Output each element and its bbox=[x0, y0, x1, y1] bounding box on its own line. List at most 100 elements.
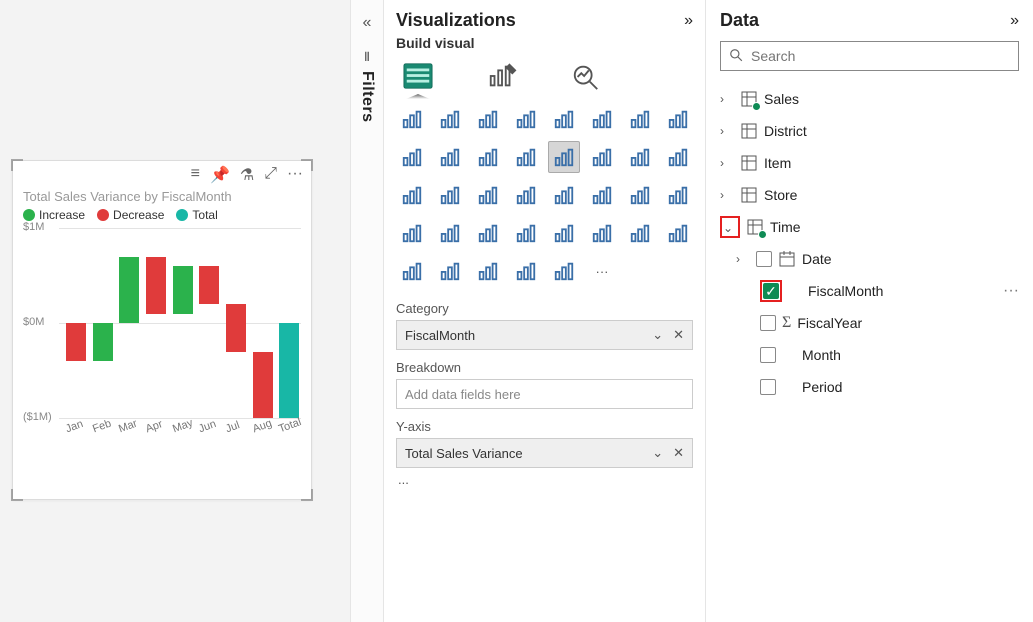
analytics-tab[interactable] bbox=[564, 59, 608, 93]
viz-type-py-visual[interactable] bbox=[586, 217, 618, 249]
collapse-visualizations-icon[interactable]: » bbox=[684, 12, 693, 30]
format-visual-tab[interactable] bbox=[480, 59, 524, 93]
table-icon bbox=[740, 154, 758, 172]
chevron-down-icon[interactable]: ⌄ bbox=[652, 327, 663, 343]
checkbox-fiscalmonth[interactable]: ✓ bbox=[763, 283, 779, 299]
viz-type-power-apps[interactable] bbox=[510, 255, 542, 287]
viz-type-multi-card[interactable] bbox=[662, 179, 694, 211]
bar-aug[interactable] bbox=[253, 352, 273, 419]
viz-type-paginated[interactable] bbox=[472, 255, 504, 287]
field-month[interactable]: Month bbox=[720, 339, 1019, 371]
viz-type-treemap[interactable] bbox=[434, 179, 466, 211]
field-fiscalmonth[interactable]: ✓ FiscalMonth ··· bbox=[720, 275, 1019, 307]
bar-jul[interactable] bbox=[226, 304, 246, 352]
viz-type-donut[interactable] bbox=[396, 179, 428, 211]
viz-type-line[interactable] bbox=[624, 103, 656, 135]
checkbox-date[interactable] bbox=[756, 251, 772, 267]
viz-type-stacked-bar[interactable] bbox=[396, 103, 428, 135]
viz-type-key-influencers[interactable] bbox=[624, 217, 656, 249]
viz-type-funnel[interactable] bbox=[586, 141, 618, 173]
search-input[interactable] bbox=[749, 47, 1010, 65]
filter-icon[interactable]: ⚗ bbox=[240, 165, 254, 185]
viz-type-stacked-column[interactable] bbox=[548, 103, 580, 135]
pin-icon[interactable]: 📌 bbox=[210, 165, 230, 185]
resize-handle[interactable] bbox=[11, 489, 23, 501]
remove-field-icon[interactable]: ✕ bbox=[673, 445, 684, 461]
viz-type-r-visual[interactable] bbox=[548, 217, 580, 249]
chevron-down-icon[interactable]: ⌄ bbox=[723, 221, 737, 235]
chevron-right-icon[interactable]: › bbox=[720, 124, 734, 138]
filters-pane-collapsed[interactable]: « ⫴ Filters bbox=[350, 0, 384, 622]
table-item[interactable]: › Item bbox=[720, 147, 1019, 179]
category-field-well[interactable]: FiscalMonth ⌄ ✕ bbox=[396, 320, 693, 350]
field-fiscalyear[interactable]: Σ FiscalYear bbox=[720, 307, 1019, 339]
y-tick-label: ($1M) bbox=[23, 411, 52, 423]
collapse-data-icon[interactable]: » bbox=[1010, 12, 1019, 30]
hierarchy-date[interactable]: › Date bbox=[720, 243, 1019, 275]
checkbox-period[interactable] bbox=[760, 379, 776, 395]
report-canvas[interactable]: ≡ 📌 ⚗ ⤢ ··· Total Sales Variance by Fisc… bbox=[0, 0, 350, 622]
viz-type-decomposition[interactable] bbox=[662, 217, 694, 249]
viz-type-azure-map[interactable] bbox=[548, 179, 580, 211]
chevron-right-icon[interactable]: › bbox=[720, 92, 734, 106]
checkbox-fiscalyear[interactable] bbox=[760, 315, 776, 331]
viz-type-map[interactable] bbox=[472, 179, 504, 211]
bar-feb[interactable] bbox=[93, 323, 113, 361]
expand-filters-icon[interactable]: « bbox=[363, 14, 372, 32]
viz-type-ribbon[interactable] bbox=[510, 141, 542, 173]
field-more-icon[interactable]: ··· bbox=[1003, 282, 1019, 300]
viz-type-gauge[interactable] bbox=[586, 179, 618, 211]
viz-type-qa[interactable] bbox=[396, 255, 428, 287]
breakdown-field-well[interactable]: Add data fields here bbox=[396, 379, 693, 409]
yaxis-field-well[interactable]: Total Sales Variance ⌄ ✕ bbox=[396, 438, 693, 468]
table-store[interactable]: › Store bbox=[720, 179, 1019, 211]
table-district[interactable]: › District bbox=[720, 115, 1019, 147]
chevron-down-icon[interactable]: ⌄ bbox=[652, 445, 663, 461]
viz-type-kpi[interactable] bbox=[396, 217, 428, 249]
more-icon[interactable]: ··· bbox=[287, 165, 303, 185]
viz-type-matrix[interactable] bbox=[510, 217, 542, 249]
build-visual-tab[interactable] bbox=[396, 59, 440, 93]
table-sales[interactable]: › Sales bbox=[720, 83, 1019, 115]
viz-type-table[interactable] bbox=[472, 217, 504, 249]
bar-apr[interactable] bbox=[146, 257, 166, 314]
bar-jan[interactable] bbox=[66, 323, 86, 361]
field-period[interactable]: Period bbox=[720, 371, 1019, 403]
checkbox-month[interactable] bbox=[760, 347, 776, 363]
viz-type-line-stacked[interactable] bbox=[472, 141, 504, 173]
viz-type-pie[interactable] bbox=[662, 141, 694, 173]
viz-type-stacked-bar-100[interactable] bbox=[472, 103, 504, 135]
viz-type-power-automate[interactable] bbox=[548, 255, 580, 287]
viz-type-waterfall[interactable] bbox=[548, 141, 580, 173]
data-search-box[interactable] bbox=[720, 41, 1019, 71]
viz-type-stacked-column-100[interactable] bbox=[586, 103, 618, 135]
viz-type-line-clustered[interactable] bbox=[434, 141, 466, 173]
drag-icon[interactable]: ≡ bbox=[191, 165, 200, 185]
bar-total[interactable] bbox=[279, 323, 299, 418]
bar-may[interactable] bbox=[173, 266, 193, 314]
resize-handle[interactable] bbox=[11, 159, 23, 171]
viz-type-slicer[interactable] bbox=[434, 217, 466, 249]
viz-type-clustered-bar[interactable] bbox=[434, 103, 466, 135]
chevron-right-icon[interactable]: › bbox=[720, 188, 734, 202]
bar-mar[interactable] bbox=[119, 257, 139, 324]
chevron-right-icon[interactable]: › bbox=[736, 252, 750, 266]
chart-visual-tile[interactable]: ≡ 📌 ⚗ ⤢ ··· Total Sales Variance by Fisc… bbox=[12, 160, 312, 500]
bar-jun[interactable] bbox=[199, 266, 219, 304]
chevron-right-icon[interactable]: › bbox=[720, 156, 734, 170]
viz-type-card[interactable] bbox=[624, 179, 656, 211]
remove-field-icon[interactable]: ✕ bbox=[673, 327, 684, 343]
viz-type-stacked-area[interactable] bbox=[396, 141, 428, 173]
more-fields-icon[interactable]: ... bbox=[396, 468, 693, 491]
breakdown-placeholder: Add data fields here bbox=[405, 387, 521, 402]
viz-type-clustered-column[interactable] bbox=[510, 103, 542, 135]
focus-icon[interactable]: ⤢ bbox=[264, 165, 277, 185]
viz-type-narrative[interactable] bbox=[434, 255, 466, 287]
viz-type-scatter[interactable] bbox=[624, 141, 656, 173]
viz-type-area[interactable] bbox=[662, 103, 694, 135]
yaxis-field-label: Y-axis bbox=[396, 419, 693, 434]
viz-type-more[interactable]: ··· bbox=[586, 255, 618, 287]
resize-handle[interactable] bbox=[301, 489, 313, 501]
table-time[interactable]: ⌄ Time bbox=[720, 211, 1019, 243]
viz-type-filled-map[interactable] bbox=[510, 179, 542, 211]
